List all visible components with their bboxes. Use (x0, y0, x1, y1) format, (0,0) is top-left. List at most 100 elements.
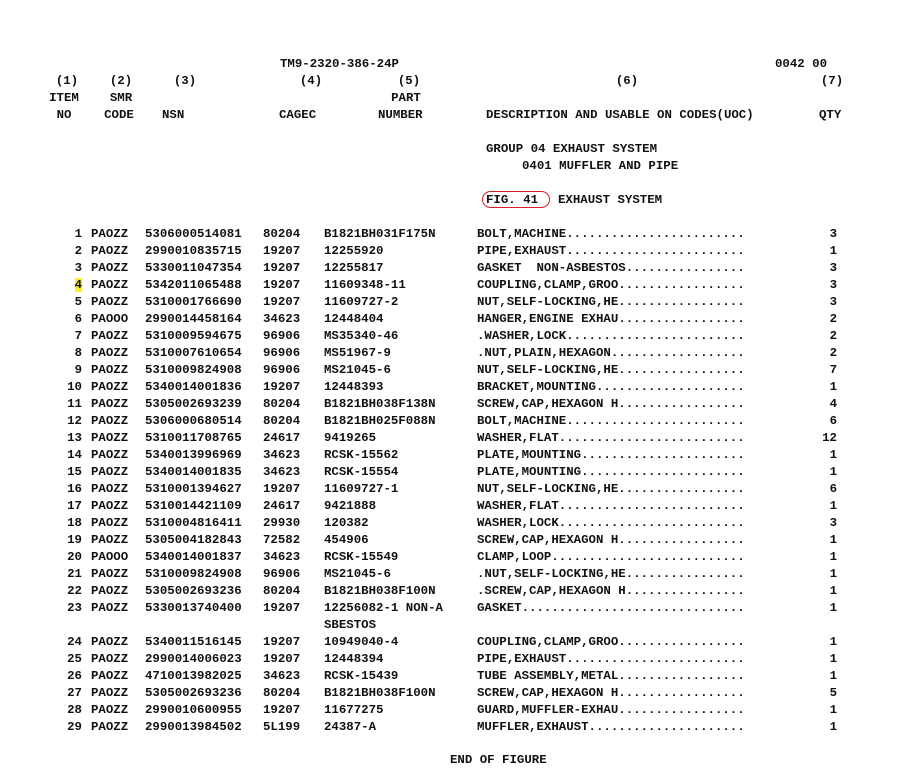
nsn: 5310009824908 (145, 363, 242, 377)
part-number: B1821BH031F175N (324, 227, 436, 241)
part-number: 12448393 (324, 380, 384, 394)
cage-code: 80204 (263, 414, 301, 428)
quantity: 6 (829, 482, 837, 496)
smr-code: PAOZZ (91, 635, 129, 649)
quantity: 3 (829, 261, 837, 275)
work-package-number: 0042 00 (775, 57, 828, 71)
cage-code: 96906 (263, 329, 301, 343)
description: GUARD,MUFFLER-EXHAU................. (477, 703, 745, 717)
nsn: 5340014001835 (145, 465, 242, 479)
table-row: 8 PAOZZ 5310007610654 96906 MS51967-9 .NUT,PL… (0, 346, 905, 363)
part-number: B1821BH025F088N (324, 414, 436, 428)
part-number: RCSK-15549 (324, 550, 399, 564)
cage-code: 19207 (263, 278, 301, 292)
smr-code: PAOZZ (91, 584, 129, 598)
part-header-line2: NUMBER (378, 108, 423, 122)
part-number: RCSK-15554 (324, 465, 399, 479)
quantity: 5 (829, 686, 837, 700)
col-num-1: (1) (55, 74, 79, 88)
cage-code: 34623 (263, 669, 301, 683)
item-number: 12 (67, 414, 82, 428)
cage-code: 72582 (263, 533, 301, 547)
description: COUPLING,CLAMP,GROO................. (477, 635, 745, 649)
smr-code: PAOZZ (91, 465, 129, 479)
description: GASKET.............................. (477, 601, 745, 615)
description: BOLT,MACHINE........................ (477, 227, 745, 241)
quantity: 7 (829, 363, 837, 377)
table-row: 28 PAOZZ 2990010600955 19207 11677275 GUARD,M… (0, 703, 905, 720)
part-number: 12448394 (324, 652, 384, 666)
tm-number: TM9-2320-386-24P (280, 57, 399, 71)
item-number: 15 (67, 465, 82, 479)
cagec-header: CAGEC (279, 108, 317, 122)
smr-code: PAOZZ (91, 363, 129, 377)
table-row: 25 PAOZZ 2990014006023 19207 12448394 PIPE,EX… (0, 652, 905, 669)
nsn-header: NSN (162, 108, 185, 122)
item-number: 18 (67, 516, 82, 530)
part-number: B1821BH038F100N (324, 686, 436, 700)
smr-code: PAOZZ (91, 414, 129, 428)
item-number: 1 (74, 227, 82, 241)
quantity: 1 (829, 635, 837, 649)
description: .WASHER,LOCK........................ (477, 329, 745, 343)
item-number: 8 (74, 346, 82, 360)
end-of-figure: END OF FIGURE (450, 753, 547, 767)
cage-code: 19207 (263, 380, 301, 394)
part-number: RCSK-15439 (324, 669, 399, 683)
quantity: 1 (829, 669, 837, 683)
part-number: B1821BH038F100N (324, 584, 436, 598)
quantity: 1 (829, 533, 837, 547)
quantity: 1 (829, 720, 837, 734)
cage-code: 19207 (263, 295, 301, 309)
table-row: 2 PAOZZ 2990010835715 19207 12255920 PIPE,EXH… (0, 244, 905, 261)
col-num-5: (5) (397, 74, 421, 88)
table-row: 16 PAOZZ 5310001394627 19207 11609727-1 NUT,S… (0, 482, 905, 499)
description: TUBE ASSEMBLY,METAL................. (477, 669, 745, 683)
table-row-continuation: SBESTOS (0, 618, 905, 635)
cage-code: 29930 (263, 516, 301, 530)
item-number: 28 (67, 703, 82, 717)
nsn: 5310009594675 (145, 329, 242, 343)
nsn: 5305002693236 (145, 584, 242, 598)
smr-code: PAOOO (91, 550, 129, 564)
table-row: 27 PAOZZ 5305002693236 80204 B1821BH038F100N… (0, 686, 905, 703)
smr-code: PAOZZ (91, 499, 129, 513)
nsn: 5310007610654 (145, 346, 242, 360)
item-number: 26 (67, 669, 82, 683)
item-number: 14 (67, 448, 82, 462)
smr-code: PAOZZ (91, 278, 129, 292)
quantity: 1 (829, 380, 837, 394)
quantity: 1 (829, 499, 837, 513)
nsn: 2990010835715 (145, 244, 242, 258)
quantity: 1 (829, 584, 837, 598)
smr-code: PAOZZ (91, 482, 129, 496)
smr-header-line2: CODE (104, 108, 134, 122)
smr-code: PAOZZ (91, 652, 129, 666)
smr-code: PAOOO (91, 312, 129, 326)
part-number: 10949040-4 (324, 635, 399, 649)
description: SCREW,CAP,HEXAGON H................. (477, 397, 745, 411)
description: .SCREW,CAP,HEXAGON H................ (477, 584, 745, 598)
description: MUFFLER,EXHAUST..................... (477, 720, 745, 734)
table-row: 26 PAOZZ 4710013982025 34623 RCSK-15439 TUBE … (0, 669, 905, 686)
table-row: 21 PAOZZ 5310009824908 96906 MS21045-6 .NUT,S… (0, 567, 905, 584)
smr-code: PAOZZ (91, 601, 129, 615)
description: BOLT,MACHINE........................ (477, 414, 745, 428)
quantity: 12 (822, 431, 837, 445)
quantity: 4 (829, 397, 837, 411)
item-number: 27 (67, 686, 82, 700)
item-header-line1: ITEM (49, 91, 79, 105)
figure-title: EXHAUST SYSTEM (558, 193, 663, 207)
cage-code: 80204 (263, 584, 301, 598)
description: CLAMP,LOOP.......................... (477, 550, 745, 564)
description-header: DESCRIPTION AND USABLE ON CODES(UOC) (486, 108, 754, 122)
part-number: 12448404 (324, 312, 384, 326)
table-row: 22 PAOZZ 5305002693236 80204 B1821BH038F100N… (0, 584, 905, 601)
table-row: 18 PAOZZ 5310004816411 29930 120382 WASHER,LO… (0, 516, 905, 533)
quantity: 3 (829, 227, 837, 241)
item-number: 23 (67, 601, 82, 615)
description: PLATE,MOUNTING...................... (477, 465, 745, 479)
table-row: 11 PAOZZ 5305002693239 80204 B1821BH038F138N… (0, 397, 905, 414)
item-number: 19 (67, 533, 82, 547)
nsn: 5306000680514 (145, 414, 242, 428)
